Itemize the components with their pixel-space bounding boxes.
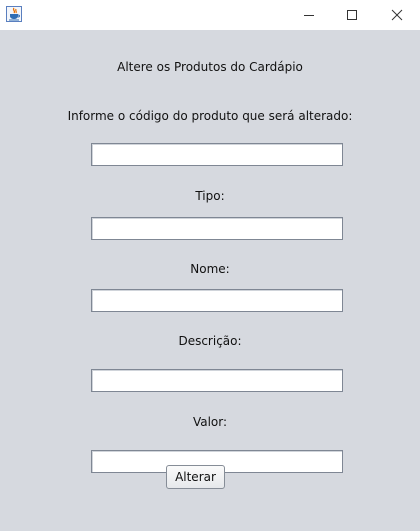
form-title: Altere os Produtos do Cardápio: [117, 60, 303, 74]
name-label: Nome:: [190, 262, 230, 276]
description-label: Descrição:: [178, 334, 242, 348]
minimize-button[interactable]: [286, 0, 332, 30]
name-input[interactable]: [91, 289, 343, 312]
application-window: Altere os Produtos do Cardápio Informe o…: [0, 0, 420, 531]
maximize-button[interactable]: [329, 0, 375, 30]
type-input[interactable]: [91, 217, 343, 240]
description-input[interactable]: [91, 369, 343, 392]
price-label: Valor:: [192, 415, 228, 429]
close-icon: [391, 9, 403, 21]
code-input[interactable]: [91, 143, 343, 166]
close-button[interactable]: [374, 0, 420, 30]
code-label: Informe o código do produto que será alt…: [67, 109, 353, 123]
minimize-icon: [304, 15, 314, 16]
maximize-icon: [347, 10, 357, 20]
java-coffee-cup-icon: [6, 6, 22, 22]
title-bar[interactable]: [0, 0, 420, 30]
alter-button[interactable]: Alterar: [166, 465, 225, 489]
type-label: Tipo:: [195, 189, 225, 203]
form-panel: Altere os Produtos do Cardápio Informe o…: [0, 30, 420, 531]
